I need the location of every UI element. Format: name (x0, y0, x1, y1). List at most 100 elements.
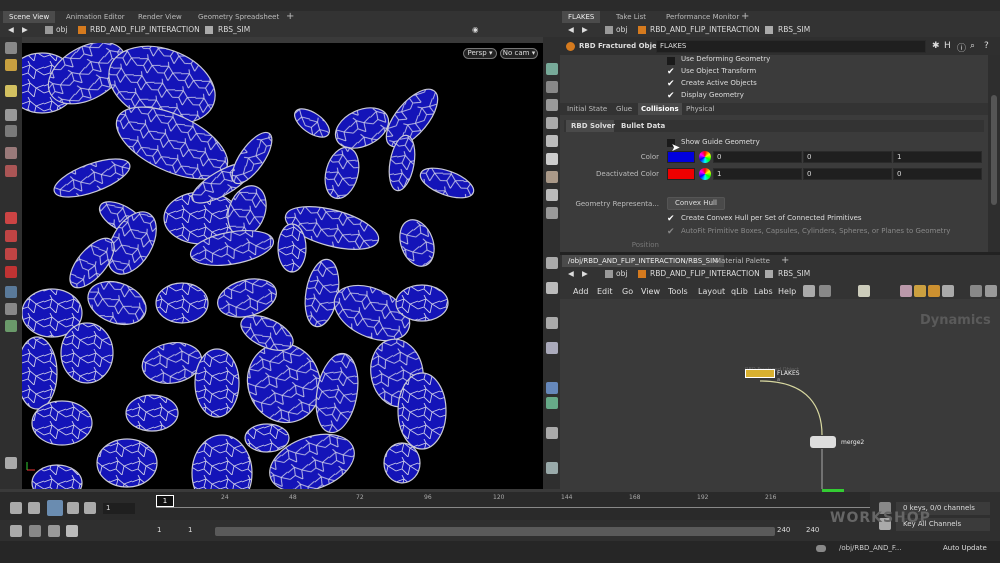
checkbox-display[interactable]: ✔ (667, 92, 675, 101)
tab-material-palette[interactable]: Material Palette (709, 255, 776, 267)
draw-icon[interactable] (546, 257, 558, 269)
paint-icon[interactable] (546, 342, 558, 354)
grid-icon[interactable] (858, 285, 870, 297)
menu-add[interactable]: Add (573, 287, 589, 296)
subtab-bullet-data[interactable]: Bullet Data (621, 122, 665, 130)
play-forward-icon[interactable] (67, 502, 79, 514)
range-slider[interactable] (215, 527, 775, 536)
deact-b-field[interactable]: 0 (893, 168, 982, 180)
tab-initial-state[interactable]: Initial State (567, 105, 607, 113)
right-path-node2[interactable]: RBS_SIM (778, 23, 810, 37)
net-path-node2[interactable]: RBS_SIM (778, 267, 810, 281)
bulb-icon[interactable] (546, 153, 558, 165)
auto-update-menu[interactable]: Auto Update (943, 544, 987, 552)
checkbox-transform[interactable]: ✔ (667, 68, 675, 77)
flipbook-icon[interactable] (546, 462, 558, 474)
color-wheel-icon[interactable] (699, 151, 711, 163)
loop-icon[interactable] (48, 525, 60, 537)
tab-scene-view[interactable]: Scene View (3, 11, 56, 23)
playhead[interactable]: 1 (156, 495, 174, 507)
play-reverse-icon[interactable] (28, 502, 40, 514)
sticky-icon[interactable] (928, 285, 940, 297)
geo-rep-menu[interactable]: Convex Hull (667, 197, 725, 210)
deactivated-color-swatch[interactable] (667, 168, 695, 180)
snap-icon[interactable] (5, 165, 17, 177)
back-arrow-icon[interactable]: ◀ (568, 267, 574, 281)
jump-start-icon[interactable] (10, 502, 22, 514)
move-icon[interactable] (5, 59, 17, 71)
lock-icon[interactable] (5, 125, 17, 137)
group-icon[interactable] (5, 320, 17, 332)
realtime-icon[interactable] (10, 525, 22, 537)
viewport[interactable]: Persp ▾ No cam ▾ (22, 43, 543, 489)
wire-icon[interactable] (546, 207, 558, 219)
color-g-field[interactable]: 0 (803, 151, 892, 163)
tab-glue[interactable]: Glue (616, 105, 632, 113)
cube-icon[interactable] (546, 382, 558, 394)
right-path-node1[interactable]: RBD_AND_FLIP_INTERACTION (650, 23, 760, 37)
forward-arrow-icon[interactable]: ▶ (22, 23, 28, 37)
pin-icon[interactable]: ◉ (472, 23, 479, 37)
tab-geometry-spreadsheet[interactable]: Geometry Spreadsheet (192, 11, 285, 23)
menu-help[interactable]: Help (778, 287, 796, 296)
home-icon[interactable] (546, 99, 558, 111)
range-end[interactable]: 240 (777, 526, 790, 534)
menu-go[interactable]: Go (622, 287, 633, 296)
audio-icon[interactable] (29, 525, 41, 537)
color-swatch[interactable] (667, 151, 695, 163)
color-wheel-icon-2[interactable] (699, 168, 711, 180)
display-icon[interactable] (546, 63, 558, 75)
camera-menu[interactable]: No cam ▾ (500, 48, 538, 59)
path-node1[interactable]: RBD_AND_FLIP_INTERACTION (90, 23, 200, 37)
settings-icon[interactable] (5, 457, 17, 469)
net-search-icon[interactable] (970, 285, 982, 297)
range-end-2[interactable]: 240 (806, 526, 819, 534)
menu-layout[interactable]: Layout (698, 287, 725, 296)
color-r-field[interactable]: 0 (713, 151, 802, 163)
path-node2[interactable]: RBS_SIM (218, 23, 250, 37)
lock-camera-icon[interactable] (546, 81, 558, 93)
wrench-icon[interactable] (803, 285, 815, 297)
list-icon[interactable] (819, 285, 831, 297)
tree-icon[interactable] (900, 285, 912, 297)
range-start[interactable]: 1 (157, 526, 161, 534)
ghost-icon[interactable] (546, 117, 558, 129)
pose-icon[interactable] (5, 109, 17, 121)
sphere-icon[interactable] (546, 397, 558, 409)
tab-collisions[interactable]: Collisions (641, 105, 679, 113)
help-h-icon[interactable]: H (944, 41, 951, 51)
subtab-rbd-solver[interactable]: RBD Solver (571, 122, 615, 130)
snap-prim-icon[interactable] (5, 230, 17, 242)
tab-animation-editor[interactable]: Animation Editor (60, 11, 131, 23)
forward-arrow-icon[interactable]: ▶ (582, 23, 588, 37)
frame-field[interactable]: 1 (102, 502, 136, 515)
tab-flakes[interactable]: FLAKES (562, 11, 601, 23)
menu-qlib[interactable]: qLib (731, 287, 748, 296)
stop-icon[interactable] (47, 500, 63, 516)
select-icon[interactable] (5, 42, 17, 54)
param-scrollbar[interactable] (988, 55, 1000, 252)
note-icon[interactable] (914, 285, 926, 297)
net-path-node1[interactable]: RBD_AND_FLIP_INTERACTION (650, 267, 760, 281)
timeline-track[interactable] (156, 507, 870, 508)
node-merge2[interactable] (810, 436, 836, 448)
render-region-icon[interactable] (546, 427, 558, 439)
back-arrow-icon[interactable]: ◀ (568, 23, 574, 37)
path-ctx[interactable]: obj (56, 23, 67, 37)
search-icon[interactable]: ⌕ (970, 41, 975, 51)
snap-grid-icon[interactable] (5, 212, 17, 224)
network-editor[interactable]: Dynamics RBD Fractured Object FLAKES a m… (560, 299, 1000, 492)
deact-g-field[interactable]: 0 (803, 168, 892, 180)
persp-menu[interactable]: Persp ▾ (463, 48, 497, 59)
tab-network-path[interactable]: /obj/RBD_AND_FLIP_INTERACTION/RBS_SIM (562, 255, 725, 267)
info-icon[interactable]: ⓘ (957, 41, 966, 54)
brush-icon[interactable] (546, 317, 558, 329)
menu-view[interactable]: View (641, 287, 660, 296)
menu-tools[interactable]: Tools (668, 287, 688, 296)
net-path-ctx[interactable]: obj (616, 267, 627, 281)
checkbox-autofit[interactable]: ✔ (667, 228, 675, 237)
light-icon[interactable] (546, 135, 558, 147)
deact-r-field[interactable]: 1 (713, 168, 802, 180)
frame-12-icon[interactable] (546, 282, 558, 294)
add-tab-icon[interactable]: + (280, 11, 300, 23)
